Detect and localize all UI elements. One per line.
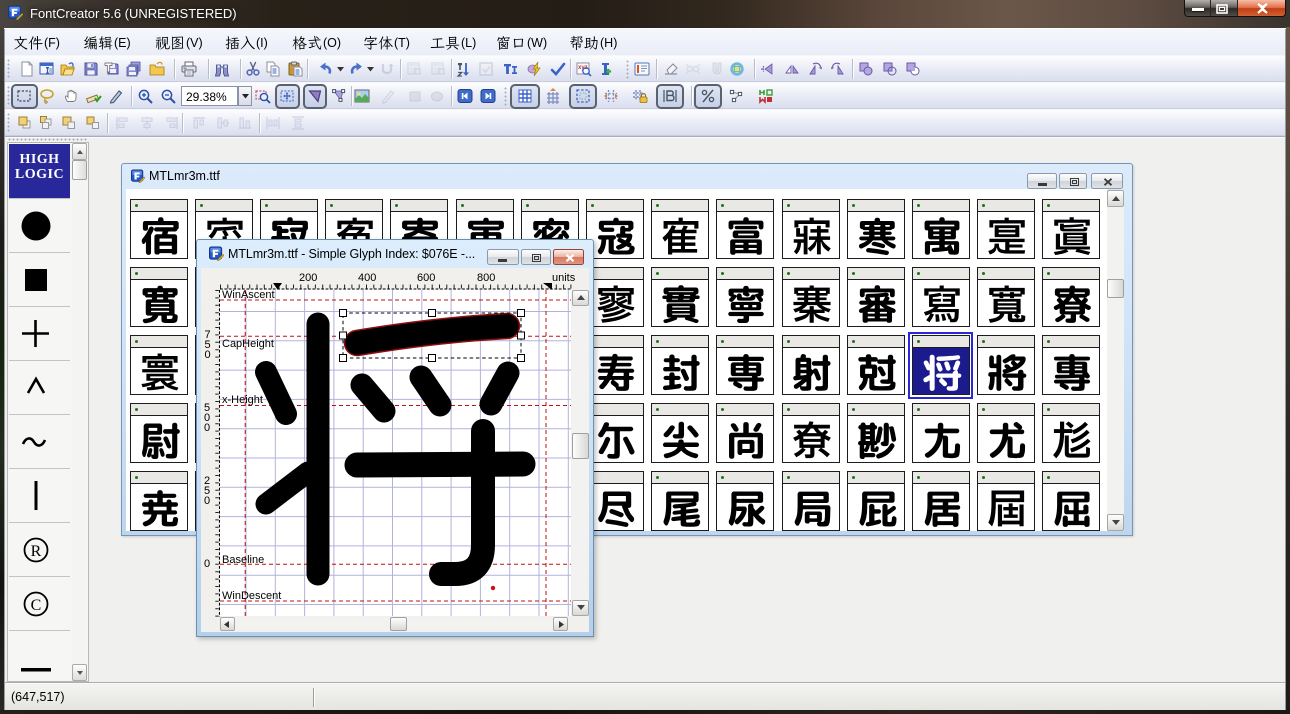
svg-text:R: R [31, 543, 42, 560]
svg-text:C: C [31, 597, 42, 614]
